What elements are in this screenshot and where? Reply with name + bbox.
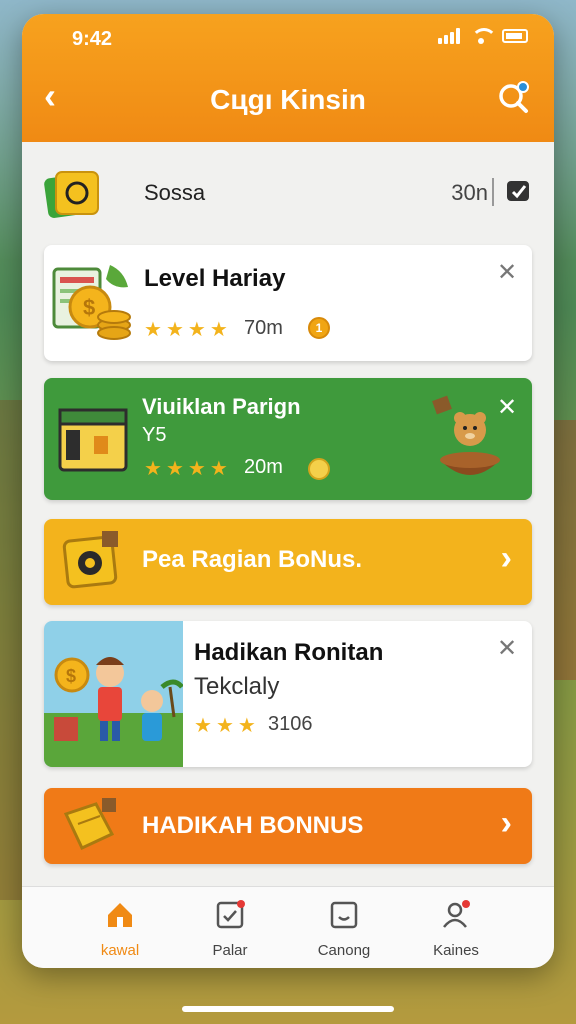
svg-text:$: $: [66, 666, 76, 686]
profile-icon: [443, 900, 470, 928]
wifi-icon: [470, 28, 497, 44]
star-icon: ★: [165, 458, 184, 480]
status-time: 9:42: [72, 28, 113, 50]
chevron-right-icon[interactable]: ›: [501, 539, 512, 578]
star-icon: ★: [209, 458, 228, 480]
rating-stars: ★ ★ ★ ★: [144, 317, 228, 342]
divider: [492, 178, 494, 206]
nav-label: kawal: [100, 942, 140, 959]
star-icon: ★: [187, 458, 206, 480]
nav-label: Canong: [317, 942, 371, 959]
card-value: 20m: [244, 456, 283, 478]
card-campaign[interactable]: Viuiklan Parign Y5 ★ ★ ★ ★ 20m ✕: [44, 378, 532, 500]
home-indicator[interactable]: [182, 1006, 394, 1012]
bottom-nav: kawal Palar Canong Kaines: [22, 886, 554, 968]
app-header: 9:42 ‹ Cцgı Kinsin: [22, 14, 554, 142]
card-value: 3106: [268, 713, 313, 735]
home-icon: [108, 903, 132, 927]
rating-stars: ★ ★ ★: [194, 713, 256, 738]
chevron-right-icon[interactable]: ›: [501, 804, 512, 843]
coin-icon: [308, 458, 330, 480]
calendar-icon: [58, 408, 128, 472]
signal-icon: [438, 28, 460, 44]
card-bonus[interactable]: Pea Ragian BoNus. ›: [44, 519, 532, 605]
wallet-row[interactable]: Sossa 30n: [44, 164, 534, 224]
nav-item-kaines[interactable]: Kaines: [406, 899, 506, 959]
card-value: 70m: [244, 317, 283, 339]
gift-icon: [63, 798, 116, 850]
card-title: Hadikan Ronitan: [194, 639, 384, 666]
coin-badge: 1: [308, 317, 330, 339]
close-icon[interactable]: ✕: [496, 396, 518, 420]
card-title: Level Hariay: [144, 265, 286, 292]
rating-stars: ★ ★ ★ ★: [144, 456, 228, 481]
chat-icon: [330, 901, 358, 929]
edit-icon[interactable]: [504, 176, 534, 206]
nav-item-kawal[interactable]: kawal: [70, 899, 170, 959]
star-icon: ★: [194, 715, 212, 737]
nav-item-canong[interactable]: Canong: [294, 899, 394, 959]
card-level[interactable]: $ Level Hariay ★ ★ ★ ★ 70m 1 ✕: [44, 245, 532, 361]
status-icons: [438, 28, 528, 44]
app-window: 9:42 ‹ Cцgı Kinsin Sossa 30n $ Level Har…: [22, 14, 554, 968]
star-icon: ★: [165, 319, 184, 341]
page-title: Cцgı Kinsin: [210, 84, 366, 115]
card-title: Pea Ragian BoNus.: [142, 546, 363, 573]
star-icon: ★: [237, 715, 256, 737]
close-icon[interactable]: ✕: [496, 261, 518, 285]
svg-text:$: $: [83, 295, 95, 320]
star-icon: ★: [215, 715, 234, 737]
wallet-count: 30n: [451, 180, 488, 205]
star-icon: ★: [187, 319, 206, 341]
card-hadikah-bonus[interactable]: HADIKAH BONNUS ›: [44, 788, 532, 864]
card-promo[interactable]: $ Hadikan Ronitan Tekclaly ★ ★ ★ 3106 ✕: [44, 621, 532, 767]
checklist-icon: [216, 900, 245, 929]
card-title: Viuiklan Parign: [142, 394, 301, 419]
nav-label: Kaines: [433, 942, 479, 959]
search-icon: [499, 81, 529, 113]
card-title: HADIKAH BONNUS: [142, 812, 364, 839]
search-button[interactable]: [496, 80, 532, 116]
star-icon: ★: [209, 319, 228, 341]
card-subtitle: Y5: [142, 424, 167, 446]
star-icon: ★: [144, 458, 162, 480]
nav-item-palar[interactable]: Palar: [180, 899, 280, 959]
battery-icon: [502, 29, 528, 43]
close-icon[interactable]: ✕: [496, 637, 518, 661]
wallet-icon: [44, 171, 99, 218]
card-subtitle: Tekclaly: [194, 673, 280, 700]
coins-calendar-icon: $: [52, 265, 131, 340]
nav-label: Palar: [212, 942, 248, 959]
promo-illustration: $: [44, 621, 183, 767]
badge-icon: [62, 531, 118, 589]
wallet-label: Sossa: [144, 180, 206, 205]
star-icon: ★: [144, 319, 162, 341]
